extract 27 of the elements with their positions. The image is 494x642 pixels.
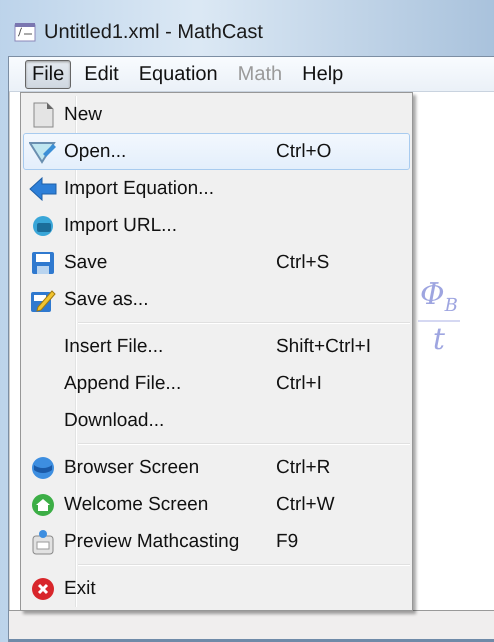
menu-item[interactable]: New bbox=[23, 96, 410, 133]
menu-item[interactable]: Download... bbox=[23, 402, 410, 439]
menu-item[interactable]: Help bbox=[295, 60, 350, 88]
shortcut-label: Ctrl+O bbox=[276, 140, 332, 162]
menu-item[interactable]: Equation bbox=[132, 60, 225, 88]
window-title: Untitled1.xml - MathCast bbox=[44, 20, 263, 44]
menu-item[interactable]: File bbox=[25, 60, 72, 88]
shortcut-label: Shift+Ctrl+I bbox=[276, 336, 372, 358]
menu-item[interactable]: Import Equation... bbox=[23, 170, 410, 207]
equation-numerator: Φ$_{B}$ bbox=[418, 278, 460, 322]
menu-item[interactable]: Welcome Screen Ctrl+W bbox=[23, 486, 410, 523]
shortcut-label: Ctrl+W bbox=[276, 494, 335, 516]
shortcut-label: F9 bbox=[276, 530, 298, 552]
menu-item[interactable]: Save Ctrl+S bbox=[23, 244, 410, 281]
menu-item[interactable]: Edit bbox=[77, 60, 126, 88]
menu-item[interactable]: Preview Mathcasting F9 bbox=[23, 523, 410, 560]
menu-item[interactable]: Save as... bbox=[23, 281, 410, 318]
shortcut-label: Ctrl+I bbox=[276, 372, 322, 394]
menu-item[interactable]: Exit bbox=[23, 570, 410, 607]
menu-item[interactable]: Append File... Ctrl+I bbox=[23, 365, 410, 402]
menu-item[interactable]: Open... Ctrl+O bbox=[23, 133, 410, 170]
shortcut-label: Ctrl+S bbox=[276, 252, 330, 274]
shortcut-label: Ctrl+R bbox=[276, 456, 330, 478]
equation-denominator: t bbox=[432, 322, 445, 358]
menu-item[interactable]: Insert File... Shift+Ctrl+I bbox=[23, 328, 410, 365]
menu-item[interactable]: Browser Screen Ctrl+R bbox=[23, 449, 410, 486]
menu-item[interactable]: Import URL... bbox=[23, 207, 410, 244]
